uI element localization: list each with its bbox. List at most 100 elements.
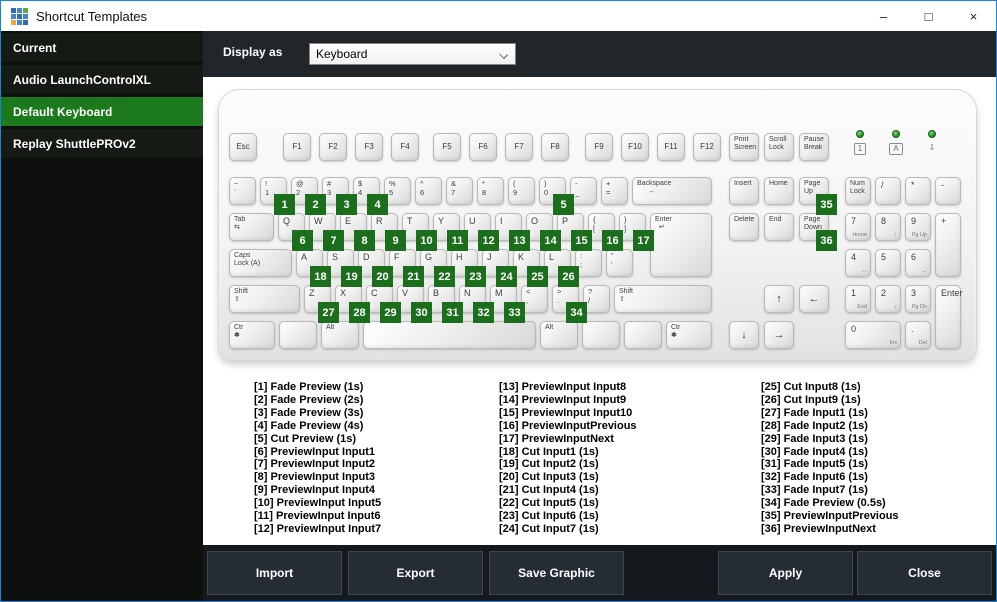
key-n[interactable]: N 32 <box>459 285 494 323</box>
key-t[interactable]: T 10 <box>402 213 437 251</box>
key-key[interactable] <box>363 321 536 349</box>
key-b[interactable]: B 31 <box>428 285 463 323</box>
numpad-key-8[interactable]: 8 ↑ <box>875 213 901 241</box>
key-l[interactable]: L 26 <box>544 249 579 287</box>
key-s[interactable]: S 19 <box>327 249 362 287</box>
numpad-key-blank[interactable]: . Del <box>905 321 931 349</box>
key-key[interactable] <box>624 321 662 349</box>
key-pause-break[interactable]: Pause Break <box>799 133 829 161</box>
display-as-dropdown[interactable]: Keyboard <box>309 43 516 65</box>
key-f4[interactable]: F4 <box>391 133 419 161</box>
key-6[interactable]: ^ 6 <box>415 177 442 205</box>
key-blank[interactable]: } ] 17 <box>619 213 654 251</box>
minimize-button[interactable]: – <box>861 1 906 31</box>
key-v[interactable]: V 30 <box>397 285 432 323</box>
key-g[interactable]: G 22 <box>420 249 455 287</box>
key-blank[interactable]: { [16 <box>588 213 623 251</box>
numpad-key-blank[interactable]: / <box>875 177 901 205</box>
key-h[interactable]: H 23 <box>451 249 486 287</box>
numpad-key-5[interactable]: 5 <box>875 249 901 277</box>
key-home[interactable]: Home <box>764 177 794 205</box>
key-f12[interactable]: F12 <box>693 133 721 161</box>
numpad-key-blank[interactable]: * <box>905 177 931 205</box>
key-blank[interactable]: : ; <box>575 249 602 277</box>
key-arrow-up[interactable]: ↑ <box>764 285 794 313</box>
key-0[interactable]: ) 05 <box>539 177 574 215</box>
key-f10[interactable]: F10 <box>621 133 649 161</box>
key-5[interactable]: % 5 <box>384 177 411 205</box>
key-m[interactable]: M 33 <box>490 285 525 323</box>
numpad-key-0[interactable]: 0 Ins <box>845 321 901 349</box>
key-delete[interactable]: Delete <box>729 213 759 241</box>
key-tab[interactable]: Tab ⇆ <box>229 213 274 241</box>
key-arrow-right[interactable]: → <box>764 321 794 349</box>
key-print-screen[interactable]: Print Screen <box>729 133 759 161</box>
numpad-key-2[interactable]: 2 ↓ <box>875 285 901 313</box>
sidebar-item-audio-launchcontrolxl[interactable]: Audio LaunchControlXL <box>1 65 203 94</box>
import-button[interactable]: Import <box>207 551 342 595</box>
key-key[interactable] <box>582 321 620 349</box>
key-key[interactable] <box>279 321 317 349</box>
key-8[interactable]: * 8 <box>477 177 504 205</box>
key-blank[interactable]: ? / <box>583 285 610 313</box>
key-1[interactable]: ! 11 <box>260 177 295 215</box>
sidebar-item-default-keyboard[interactable]: Default Keyboard <box>1 97 203 126</box>
key-shift[interactable]: Shift ⇧ <box>614 285 712 313</box>
key-f1[interactable]: F1 <box>283 133 311 161</box>
key-q[interactable]: Q6 <box>278 213 313 251</box>
key-a[interactable]: A 18 <box>296 249 331 287</box>
key-f[interactable]: F 21 <box>389 249 424 287</box>
key-f9[interactable]: F9 <box>585 133 613 161</box>
numpad-key-7[interactable]: 7 Home <box>845 213 871 241</box>
key-backspace[interactable]: Backspace ← <box>632 177 712 205</box>
maximize-button[interactable]: □ <box>906 1 951 31</box>
key-f7[interactable]: F7 <box>505 133 533 161</box>
key-x[interactable]: X 28 <box>335 285 370 323</box>
key-blank[interactable]: > . 34 <box>552 285 587 323</box>
key-scroll-lock[interactable]: Scroll Lock <box>764 133 794 161</box>
numpad-key-3[interactable]: 3 Pg Dn <box>905 285 931 313</box>
key-j[interactable]: J 24 <box>482 249 517 287</box>
key-i[interactable]: I 13 <box>495 213 530 251</box>
close-button[interactable]: Close <box>857 551 992 595</box>
numpad-key-6[interactable]: 6 → <box>905 249 931 277</box>
key-d[interactable]: D 20 <box>358 249 393 287</box>
key-f8[interactable]: F8 <box>541 133 569 161</box>
key-f6[interactable]: F6 <box>469 133 497 161</box>
apply-button[interactable]: Apply <box>718 551 853 595</box>
key-3[interactable]: # 33 <box>322 177 357 215</box>
key-arrow-down[interactable]: ↓ <box>729 321 759 349</box>
key-f2[interactable]: F2 <box>319 133 347 161</box>
key-insert[interactable]: Insert <box>729 177 759 205</box>
key-arrow-left[interactable]: ← <box>799 285 829 313</box>
export-button[interactable]: Export <box>348 551 483 595</box>
key-c[interactable]: C 29 <box>366 285 401 323</box>
key-esc[interactable]: Esc <box>229 133 257 161</box>
save-graphic-button[interactable]: Save Graphic <box>489 551 624 595</box>
key-u[interactable]: U 12 <box>464 213 499 251</box>
key-page-down[interactable]: Page Down 36 <box>799 213 837 251</box>
key-ctr[interactable]: Ctr ✱ <box>666 321 712 349</box>
key-o[interactable]: O 14 <box>526 213 561 251</box>
key-blank[interactable]: ~ ` <box>229 177 256 205</box>
key-w[interactable]: W7 <box>309 213 344 251</box>
key-caps-lock-a[interactable]: Caps Lock (A) <box>229 249 292 277</box>
key-blank[interactable]: < , <box>521 285 548 313</box>
key-r[interactable]: R9 <box>371 213 406 251</box>
key-z[interactable]: Z 27 <box>304 285 339 323</box>
key-shift[interactable]: Shift ⇧ <box>229 285 300 313</box>
numpad-key-blank[interactable]: + <box>935 213 961 277</box>
key-p[interactable]: P 15 <box>557 213 592 251</box>
key-alt[interactable]: Alt <box>540 321 578 349</box>
sidebar-item-current[interactable]: Current <box>1 33 203 62</box>
key-k[interactable]: K 25 <box>513 249 548 287</box>
numpad-key-blank[interactable]: - <box>935 177 961 205</box>
key-ctr[interactable]: Ctr ✱ <box>229 321 275 349</box>
numpad-key-enter[interactable]: Enter <box>935 285 963 349</box>
numpad-key-9[interactable]: 9 Pg Up <box>905 213 931 241</box>
numpad-key-4[interactable]: 4 ← <box>845 249 871 277</box>
key-f11[interactable]: F11 <box>657 133 685 161</box>
key-page-up[interactable]: Page Up 35 <box>799 177 837 215</box>
key-f3[interactable]: F3 <box>355 133 383 161</box>
key-blank[interactable]: + = <box>601 177 628 205</box>
